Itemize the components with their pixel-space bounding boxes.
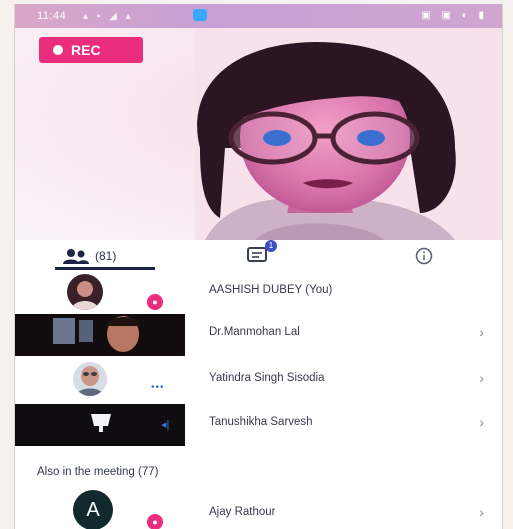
speaking-dots-icon: ••• bbox=[151, 382, 165, 393]
also-in-meeting-heading: Also in the meeting (77) bbox=[37, 466, 159, 478]
recording-indicator: REC bbox=[39, 37, 143, 63]
participant-initial-avatar: A bbox=[73, 490, 113, 529]
network-badge-icon bbox=[193, 9, 207, 21]
participant-row[interactable]: Dr.Manmohan Lal › bbox=[15, 314, 502, 356]
participant-name: AASHISH DUBEY (You) bbox=[209, 284, 333, 296]
mic-icon: ● bbox=[147, 294, 163, 310]
chevron-right-icon[interactable]: › bbox=[479, 414, 484, 430]
participant-row[interactable]: ● AASHISH DUBEY (You) bbox=[15, 272, 502, 314]
participant-name: Dr.Manmohan Lal bbox=[209, 326, 300, 338]
active-speaker-video[interactable]: REC bbox=[15, 28, 502, 240]
participant-row[interactable]: ••• Yatindra Singh Sisodia › bbox=[15, 360, 502, 402]
participant-video-thumbnail bbox=[15, 314, 185, 356]
chat-unread-badge: 1 bbox=[265, 239, 277, 252]
system-icons: ▣ ▣ ◐ ▮ bbox=[421, 10, 488, 21]
mic-icon: ● bbox=[147, 514, 163, 529]
participant-avatar bbox=[73, 362, 107, 396]
chevron-right-icon[interactable]: › bbox=[479, 324, 484, 340]
chevron-right-icon[interactable]: › bbox=[479, 370, 484, 386]
avatar-image bbox=[76, 366, 104, 396]
notification-icons: ▴ ▪ ◢ ▴ bbox=[83, 11, 134, 22]
participants-count: (81) bbox=[95, 249, 117, 263]
participant-name: Yatindra Singh Sisodia bbox=[209, 372, 325, 384]
record-dot-icon bbox=[53, 45, 63, 55]
participant-row[interactable]: ◂| Tanushikha Sarvesh › bbox=[15, 404, 502, 446]
participant-avatar bbox=[67, 274, 103, 310]
participant-row[interactable]: A ● Ajay Rathour › bbox=[15, 488, 502, 529]
person-group-icon bbox=[63, 249, 89, 264]
participant-video-thumbnail bbox=[15, 404, 185, 446]
chat-icon-wrap: 1 bbox=[247, 239, 277, 267]
participant-name: Ajay Rathour bbox=[209, 506, 276, 518]
tab-info[interactable] bbox=[415, 244, 433, 268]
avatar-initial: A bbox=[86, 499, 100, 521]
meeting-tabs: (81) 1 bbox=[15, 239, 502, 270]
mic-icon: ◂| bbox=[161, 419, 170, 431]
participant-name: Tanushikha Sarvesh bbox=[209, 416, 313, 428]
video-thumb-image bbox=[91, 414, 111, 432]
video-thumb-image bbox=[53, 316, 141, 352]
status-time: 11:44 bbox=[37, 10, 67, 22]
phone-screen: 11:44 ▴ ▪ ◢ ▴ ▣ ▣ ◐ ▮ REC (81) 1 ● AASHI… bbox=[14, 4, 503, 529]
tab-chat[interactable]: 1 bbox=[247, 239, 277, 268]
chevron-right-icon[interactable]: › bbox=[479, 504, 484, 520]
info-icon bbox=[415, 247, 433, 265]
tab-participants[interactable]: (81) bbox=[63, 244, 116, 268]
recording-label: REC bbox=[71, 42, 101, 58]
active-tab-indicator bbox=[55, 267, 155, 270]
status-bar: 11:44 ▴ ▪ ◢ ▴ ▣ ▣ ◐ ▮ bbox=[15, 4, 502, 28]
avatar-image bbox=[71, 281, 99, 310]
